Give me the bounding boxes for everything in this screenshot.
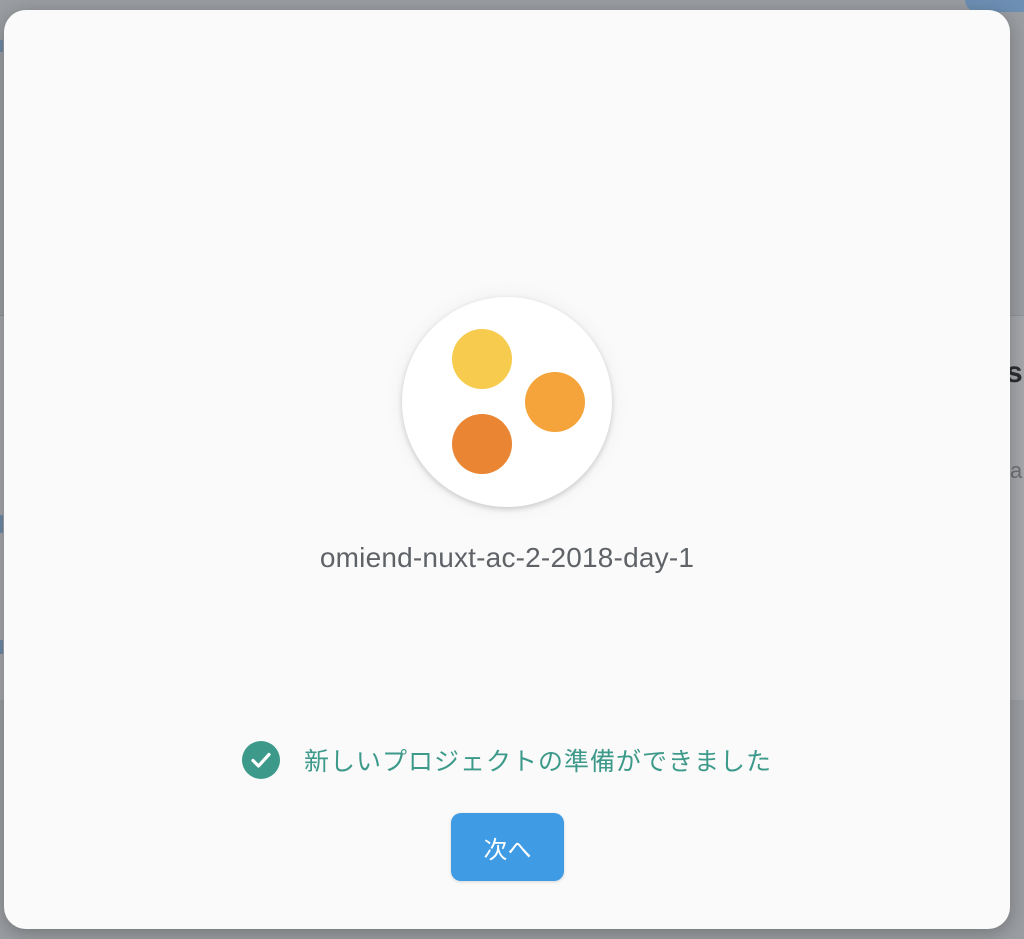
status-message: 新しいプロジェクトの準備ができました <box>242 741 772 779</box>
next-button[interactable]: 次へ <box>451 813 564 881</box>
project-dots-icon <box>452 414 512 474</box>
background-accent-line <box>0 515 3 533</box>
background-subtext: a <box>1010 458 1023 483</box>
check-circle-icon <box>242 741 280 779</box>
project-ready-dialog: omiend-nuxt-ac-2-2018-day-1 新しいプロジェクトの準備… <box>4 10 1010 929</box>
project-dots-icon <box>452 329 512 389</box>
background-accent-line <box>0 40 3 52</box>
project-dots-icon <box>525 372 585 432</box>
status-text: 新しいプロジェクトの準備ができました <box>304 747 773 776</box>
background-accent-line <box>0 640 3 654</box>
project-name: omiend-nuxt-ac-2-2018-day-1 <box>319 542 695 573</box>
project-avatar <box>402 297 612 507</box>
